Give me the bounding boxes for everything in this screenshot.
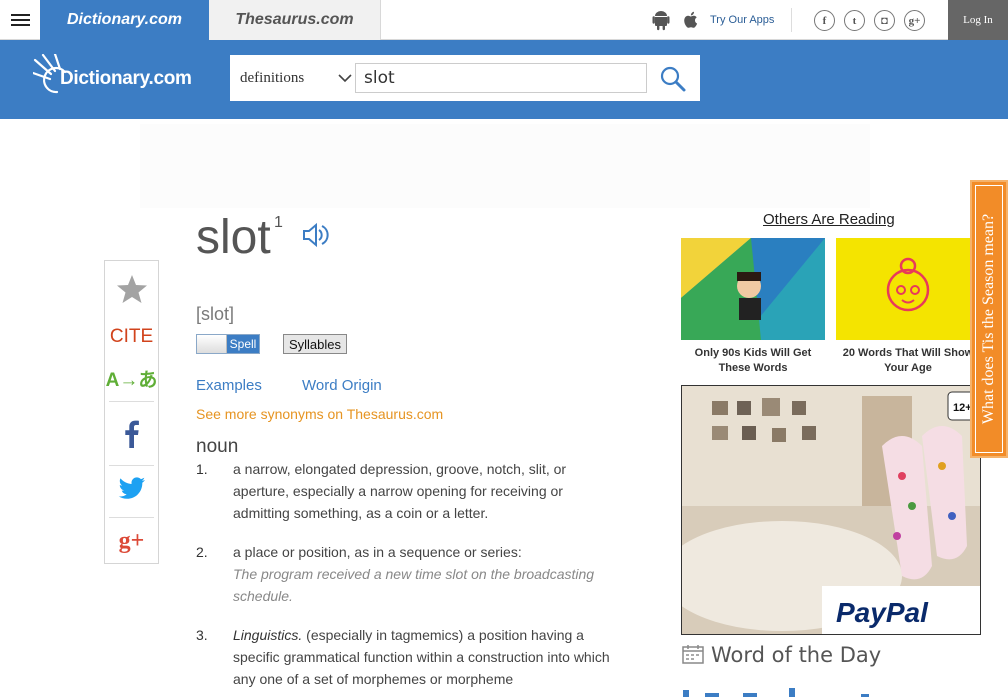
search-mode-select[interactable]: definitions bbox=[240, 55, 352, 101]
definition-number: 1. bbox=[196, 461, 208, 477]
menu-icon[interactable] bbox=[0, 0, 40, 40]
search-bar: definitions bbox=[230, 55, 700, 101]
android-icon[interactable] bbox=[650, 9, 672, 31]
spell-toggle-label: Spell bbox=[227, 335, 259, 353]
divider bbox=[109, 517, 154, 518]
definition-example: The program received a new time slot on … bbox=[233, 566, 595, 604]
definition-item: a place or position, as in a sequence or… bbox=[233, 541, 623, 607]
part-of-speech: noun bbox=[196, 436, 239, 457]
syllables-button[interactable]: Syllables bbox=[283, 334, 347, 354]
examples-link[interactable]: Examples bbox=[196, 377, 262, 394]
others-reading-title[interactable]: Others Are Reading bbox=[763, 211, 895, 228]
side-tab-label: What does Tis the Season mean? bbox=[980, 213, 997, 425]
google-plus-icon[interactable]: g+ bbox=[904, 10, 925, 31]
search-input[interactable] bbox=[355, 63, 647, 93]
pronunciation: [slot] bbox=[196, 304, 235, 324]
paypal-advertisement[interactable]: PayPal 12+ bbox=[681, 385, 981, 635]
tab-dictionary[interactable]: Dictionary.com bbox=[40, 0, 209, 40]
chevron-down-icon bbox=[338, 74, 352, 83]
facebook-share-icon[interactable] bbox=[105, 416, 158, 452]
synonyms-link[interactable]: See more synonyms on Thesaurus.com bbox=[196, 406, 443, 422]
homograph-number: 1 bbox=[274, 214, 283, 231]
try-our-apps-link[interactable]: Try Our Apps bbox=[710, 14, 774, 26]
word-origin-link[interactable]: Word Origin bbox=[302, 377, 382, 394]
login-button[interactable]: Log In bbox=[948, 0, 1008, 40]
word-of-the-day-peek bbox=[683, 688, 869, 697]
site-header: Dictionary.com definitions bbox=[0, 40, 1008, 119]
definition-text: a narrow, elongated depression, groove, … bbox=[233, 461, 567, 521]
definition-number: 3. bbox=[196, 627, 208, 643]
twitter-icon[interactable]: t bbox=[844, 10, 865, 31]
twitter-share-icon[interactable] bbox=[105, 471, 158, 507]
audio-speaker-icon[interactable] bbox=[302, 220, 330, 250]
search-icon[interactable] bbox=[658, 65, 688, 93]
logo-text[interactable]: Dictionary.com bbox=[60, 68, 192, 90]
calendar-icon bbox=[682, 645, 704, 664]
apple-icon[interactable] bbox=[680, 9, 702, 31]
translate-label: A→あ bbox=[105, 369, 158, 391]
age-rating-badge: 12+ bbox=[953, 402, 972, 414]
card-caption[interactable]: 20 Words That Will Show Your Age bbox=[835, 346, 981, 376]
cite-button[interactable]: CITE bbox=[105, 323, 158, 351]
card-image-meme[interactable] bbox=[681, 238, 825, 340]
card-image-illustration[interactable] bbox=[836, 238, 980, 340]
favorite-star-icon[interactable] bbox=[105, 271, 158, 307]
season-feature-tab[interactable]: What does Tis the Season mean? bbox=[970, 180, 1008, 458]
divider bbox=[791, 8, 792, 32]
subject-label: Linguistics. bbox=[233, 627, 303, 643]
definition-item: Linguistics. (especially in tagmemics) a… bbox=[233, 624, 623, 690]
definition-number: 2. bbox=[196, 544, 208, 560]
tab-thesaurus[interactable]: Thesaurus.com bbox=[209, 0, 381, 40]
top-bar: Dictionary.com Thesaurus.com Try Our App… bbox=[0, 0, 1008, 40]
headword: slot bbox=[196, 211, 271, 264]
share-panel: CITE A→あ g+ bbox=[104, 260, 159, 564]
definition-text: a place or position, as in a sequence or… bbox=[233, 544, 522, 560]
toggle-knob bbox=[197, 335, 227, 353]
translate-icon[interactable]: A→あ bbox=[105, 363, 158, 393]
spell-toggle[interactable]: Spell bbox=[196, 334, 260, 354]
divider bbox=[109, 401, 154, 402]
banner-ad-placeholder bbox=[140, 124, 870, 208]
search-mode-label: definitions bbox=[240, 69, 305, 86]
word-of-the-day-title[interactable]: Word of the Day bbox=[711, 643, 881, 667]
paypal-logo-text: PayPal bbox=[836, 597, 929, 628]
instagram-icon[interactable]: ◘ bbox=[874, 10, 895, 31]
divider bbox=[109, 465, 154, 466]
google-plus-share-icon[interactable]: g+ bbox=[105, 523, 158, 559]
facebook-icon[interactable]: f bbox=[814, 10, 835, 31]
card-caption[interactable]: Only 90s Kids Will Get These Words bbox=[680, 346, 826, 376]
